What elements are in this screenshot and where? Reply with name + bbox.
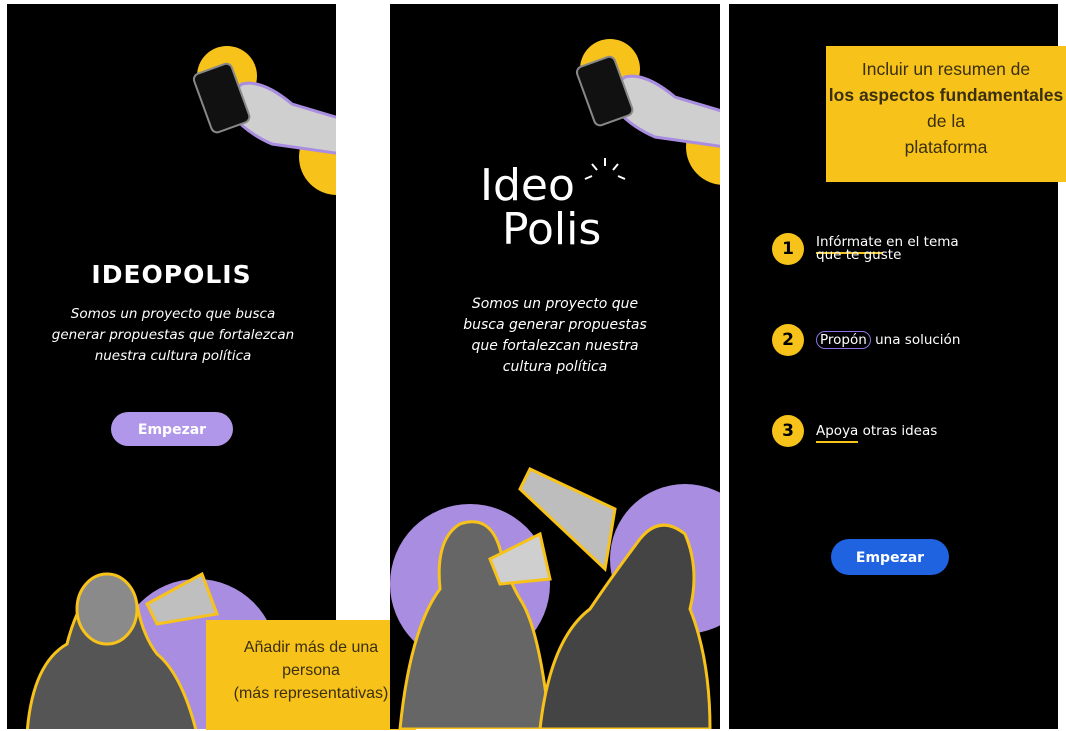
app-title: IDEOPOLIS (91, 260, 252, 289)
step-item-1: 1 Infórmate en el tema que te guste (772, 233, 959, 265)
annotation-note: Añadir más de una persona (más represent… (206, 620, 416, 730)
tagline: Somos un proyecto que busca generar prop… (463, 296, 647, 375)
onboarding-screen-2: Ideo Polis Somos un proyecto que busca g… (390, 4, 720, 729)
annotation-note: Incluir un resumen de los aspectos funda… (826, 46, 1066, 182)
start-button[interactable]: Empezar (831, 539, 949, 575)
hand-holding-phone-image (575, 55, 720, 148)
start-button[interactable]: Empezar (111, 412, 233, 446)
step-item-2: 2 Propón una solución (772, 324, 960, 356)
step-number-badge: 2 (772, 324, 804, 356)
protesters-with-megaphones-image (398, 467, 712, 729)
step-number-badge: 1 (772, 233, 804, 265)
step-item-3: 3 Apoya otras ideas (772, 415, 937, 447)
step-text: Propón una solución (816, 330, 960, 349)
lightbulb-rays-icon (584, 158, 626, 180)
step-number-badge: 3 (772, 415, 804, 447)
step-text: Infórmate en el tema que te guste (816, 234, 959, 263)
tagline: Somos un proyecto que busca generar prop… (51, 306, 295, 364)
step-text: Apoya otras ideas (816, 422, 937, 443)
protester-with-megaphone-image (25, 571, 220, 729)
hand-holding-phone-image (192, 62, 336, 155)
